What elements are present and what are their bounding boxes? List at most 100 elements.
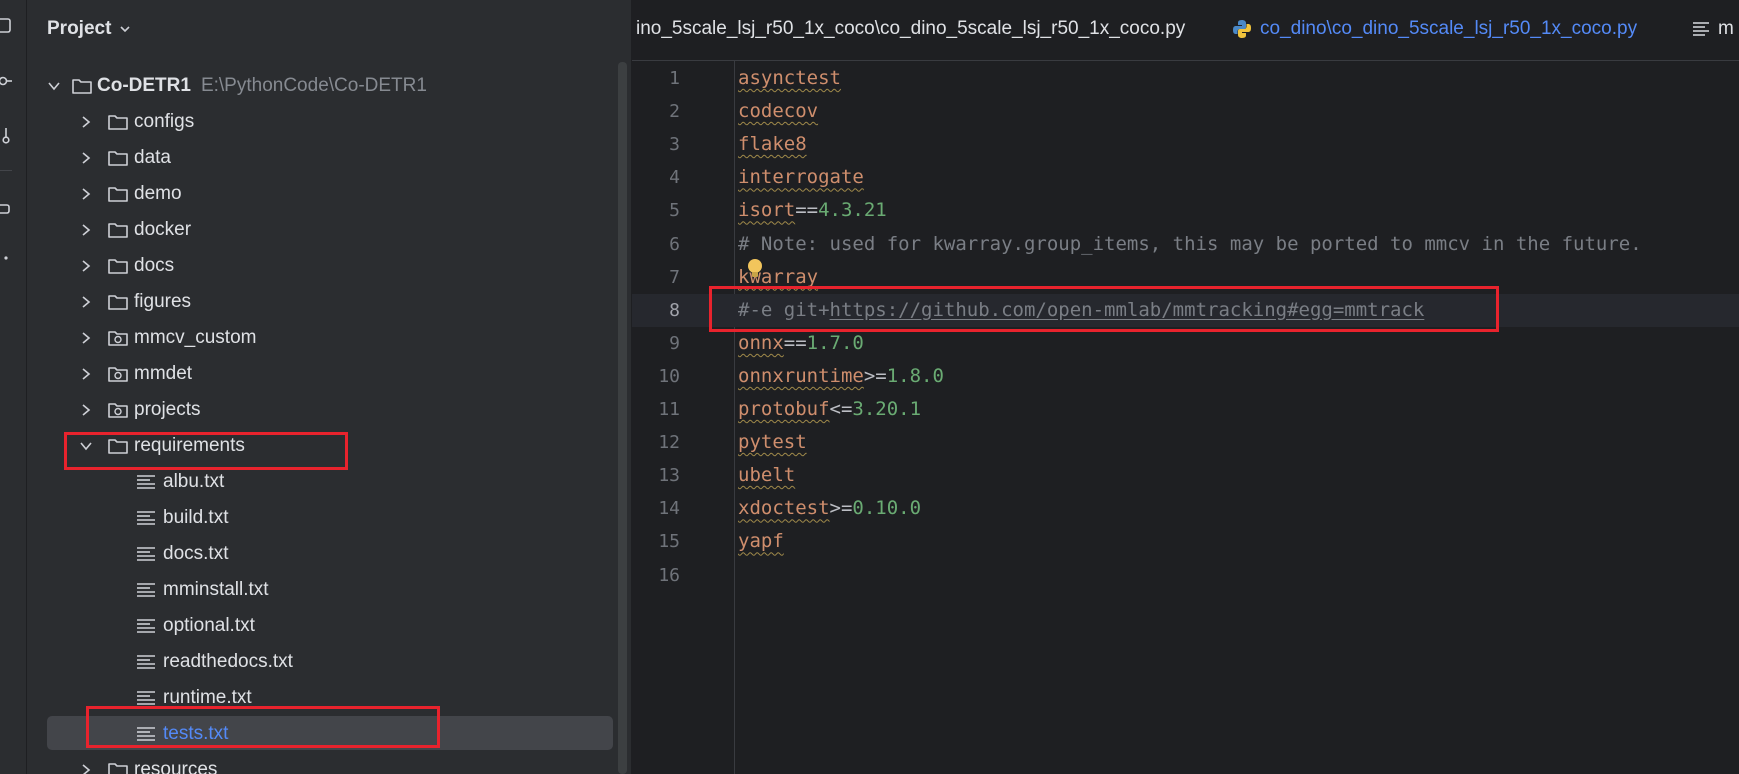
chevron-right-icon[interactable]	[79, 259, 93, 273]
pull-requests-icon[interactable]	[0, 126, 12, 144]
code-line[interactable]: 4 interrogate	[632, 161, 1739, 194]
version-number: 0.10.0	[852, 497, 922, 520]
code-line[interactable]: 16	[632, 559, 1739, 592]
tree-folder-label: demo	[134, 183, 182, 204]
tree-file-label: build.txt	[163, 507, 229, 528]
chevron-right-icon[interactable]	[79, 223, 93, 237]
line-number: 2	[669, 101, 680, 123]
chevron-right-icon[interactable]	[79, 115, 93, 129]
code-line[interactable]: 15 yapf	[632, 525, 1739, 558]
lightbulb-icon[interactable]	[746, 258, 764, 280]
editor-area: ino_5scale_lsj_r50_1x_coco\co_dino_5scal…	[632, 0, 1739, 774]
tree-file-label: readthedocs.txt	[163, 651, 293, 672]
tree-folder-docs[interactable]: docs	[27, 248, 617, 284]
tree-folder-label: mmcv_custom	[134, 327, 257, 348]
root-path: E:\PythonCode\Co-DETR1	[200, 75, 427, 96]
chevron-right-icon[interactable]	[79, 331, 93, 345]
code-line[interactable]: 14 xdoctest>=0.10.0	[632, 492, 1739, 525]
tree-folder-resources[interactable]: resources	[27, 752, 617, 774]
package-name: codecov	[738, 100, 819, 123]
text-file-icon	[137, 475, 155, 489]
python-icon	[1233, 20, 1251, 38]
tree-folder-configs[interactable]: configs	[27, 104, 617, 140]
code-text: asynctest	[738, 67, 841, 89]
code-text: # Note: used for kwarray.group_items, th…	[738, 233, 1642, 255]
chevron-down-icon[interactable]	[47, 79, 61, 93]
tab-label: m	[1718, 18, 1734, 39]
tree-folder-mmcv-custom[interactable]: mmcv_custom	[27, 320, 617, 356]
code-line[interactable]: 3 flake8	[632, 128, 1739, 161]
line-number: 8	[669, 299, 680, 321]
line-number: 7	[669, 266, 680, 288]
tab-co-dino-lsj-config[interactable]: ino_5scale_lsj_r50_1x_coco\co_dino_5scal…	[636, 18, 1185, 40]
line-number: 11	[658, 399, 680, 420]
version-number: 1.8.0	[886, 364, 944, 387]
tree-folder-mmdet[interactable]: mmdet	[27, 356, 617, 392]
text-file-icon	[137, 691, 155, 705]
chevron-right-icon[interactable]	[79, 763, 93, 774]
code-line[interactable]: 1 asynctest	[632, 62, 1739, 95]
tree-file-build-txt[interactable]: build.txt	[27, 500, 617, 536]
tree-file-optional-txt[interactable]: optional.txt	[27, 608, 617, 644]
code-line[interactable]: 13 ubelt	[632, 459, 1739, 492]
tree-file-docs-txt[interactable]: docs.txt	[27, 536, 617, 572]
code-line[interactable]: 12 pytest	[632, 426, 1739, 459]
code-line[interactable]: 11 protobuf<=3.20.1	[632, 393, 1739, 426]
package-name: onnxruntime	[738, 364, 864, 387]
line-number: 10	[658, 365, 680, 387]
project-tool-icon[interactable]	[0, 16, 12, 34]
project-panel-header[interactable]: Project	[47, 18, 131, 40]
tree-folder-data[interactable]: data	[27, 140, 617, 176]
highlight-box-tests-txt	[86, 706, 440, 748]
code-text: xdoctest>=0.10.0	[738, 497, 921, 519]
package-folder-icon	[108, 403, 128, 418]
package-name: onnx	[738, 331, 784, 354]
tab-co-dino-config[interactable]: co_dino\co_dino_5scale_lsj_r50_1x_coco.p…	[1232, 18, 1637, 40]
chevron-right-icon[interactable]	[79, 295, 93, 309]
chevron-right-icon[interactable]	[79, 187, 93, 201]
tree-folder-label: data	[134, 147, 171, 168]
line-number: 14	[658, 498, 680, 520]
folder-icon	[108, 295, 128, 310]
project-scrollbar[interactable]	[618, 62, 627, 774]
code-line[interactable]: 6 # Note: used for kwarray.group_items, t…	[632, 228, 1739, 261]
package-name: ubelt	[738, 464, 796, 487]
folder-icon	[108, 187, 128, 202]
tree-folder-projects[interactable]: projects	[27, 392, 617, 428]
highlight-box-requirements	[64, 432, 348, 470]
tree-folder-label: resources	[134, 759, 218, 774]
tab-text-file[interactable]: m	[1692, 18, 1734, 40]
root-name: Co-DETR1	[97, 75, 191, 96]
tree-folder-figures[interactable]: figures	[27, 284, 617, 320]
chevron-right-icon[interactable]	[79, 151, 93, 165]
package-name: yapf	[738, 530, 784, 553]
text-file-icon	[1693, 22, 1709, 36]
package-name: xdoctest	[738, 497, 830, 520]
tree-folder-label: projects	[134, 399, 201, 420]
code-line[interactable]: 5 isort==4.3.21	[632, 194, 1739, 227]
structure-tool-icon[interactable]	[0, 200, 12, 218]
tree-file-mminstall-txt[interactable]: mminstall.txt	[27, 572, 617, 608]
commit-tool-icon[interactable]	[0, 72, 12, 90]
folder-icon	[108, 115, 128, 130]
code-text: interrogate	[738, 166, 864, 188]
chevron-right-icon[interactable]	[79, 403, 93, 417]
tree-file-label: docs.txt	[163, 543, 229, 564]
package-name: asynctest	[738, 67, 841, 89]
tree-folder-demo[interactable]: demo	[27, 176, 617, 212]
code-text: isort==4.3.21	[738, 199, 887, 221]
text-file-icon	[137, 655, 155, 669]
editor-tab-bar: ino_5scale_lsj_r50_1x_coco\co_dino_5scal…	[632, 0, 1739, 61]
tab-label: co_dino\co_dino_5scale_lsj_r50_1x_coco.p…	[1260, 18, 1638, 39]
chevron-right-icon[interactable]	[79, 367, 93, 381]
code-text: ubelt	[738, 464, 795, 486]
code-line[interactable]: 2 codecov	[632, 95, 1739, 128]
tree-root-co-detr1[interactable]: Co-DETR1 E:\PythonCode\Co-DETR1	[27, 68, 617, 104]
version-operator: >=	[829, 497, 853, 520]
tree-folder-docker[interactable]: docker	[27, 212, 617, 248]
tree-file-readthedocs-txt[interactable]: readthedocs.txt	[27, 644, 617, 680]
folder-icon	[108, 259, 128, 274]
code-line[interactable]: 10 onnxruntime>=1.8.0	[632, 360, 1739, 393]
more-tools-icon[interactable]	[0, 248, 12, 266]
activity-bar	[0, 0, 27, 774]
